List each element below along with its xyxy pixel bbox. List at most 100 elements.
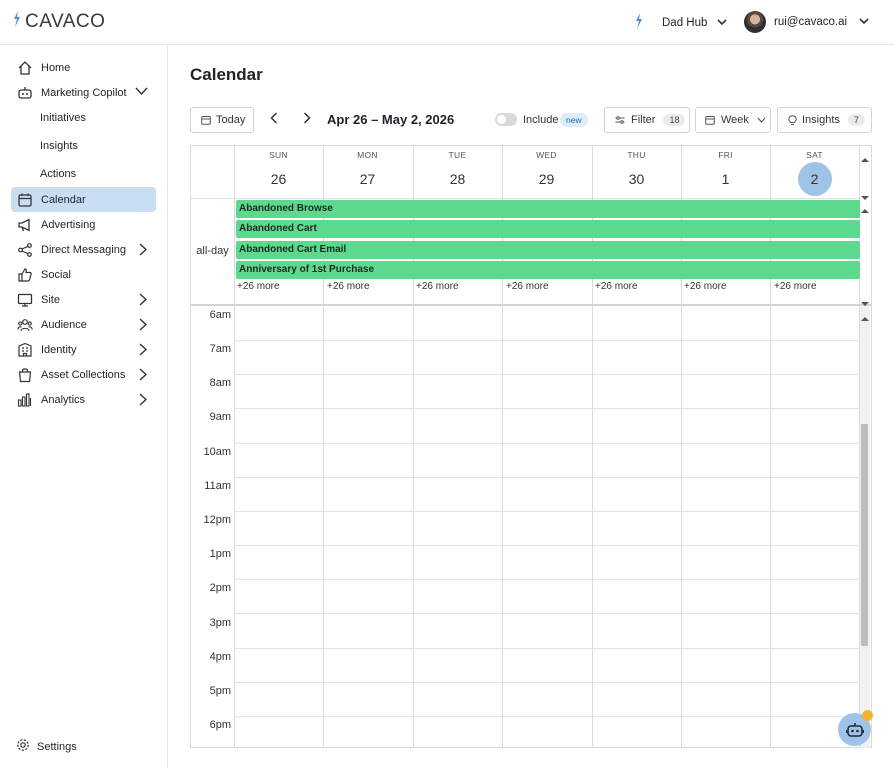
hour-line — [234, 340, 860, 341]
monitor-icon — [16, 291, 34, 309]
hour-label: 7am — [209, 343, 231, 355]
building-icon — [16, 341, 34, 359]
day-number[interactable]: 30 — [592, 171, 681, 187]
hour-line — [234, 648, 860, 649]
include-toggle[interactable] — [495, 113, 517, 126]
event-bar[interactable]: Anniversary of 1st Purchase — [236, 261, 860, 279]
share-icon — [16, 241, 34, 259]
more-events-link[interactable]: +26 more — [237, 281, 280, 292]
more-events-link[interactable]: +26 more — [595, 281, 638, 292]
sidebar-item-label: Home — [41, 61, 71, 74]
today-button[interactable]: Today — [190, 107, 254, 133]
logo-flame-icon — [12, 10, 22, 33]
sidebar-item-label: Identity — [41, 343, 77, 356]
users-icon — [16, 316, 34, 334]
filter-button[interactable]: Filter 18 — [604, 107, 690, 133]
hour-line — [234, 443, 860, 444]
sidebar-item-marketing-copilot[interactable]: Marketing Copilot — [11, 80, 156, 105]
day-number[interactable]: 28 — [413, 171, 502, 187]
day-of-week: THU — [627, 150, 646, 160]
sidebar-item-analytics[interactable]: Analytics — [11, 387, 156, 412]
sidebar-item-advertising[interactable]: Advertising — [11, 212, 156, 237]
sidebar-item-social[interactable]: Social — [11, 262, 156, 287]
hour-label: 9am — [209, 411, 231, 423]
day-number[interactable]: 27 — [323, 171, 412, 187]
day-number[interactable]: 2 — [770, 171, 859, 187]
scroll-down-arrow-icon[interactable] — [861, 294, 869, 306]
sidebar-subitem-actions[interactable]: Actions — [40, 168, 76, 180]
hour-line — [234, 579, 860, 580]
insights-count-badge: 7 — [847, 114, 865, 126]
sidebar-item-site[interactable]: Site — [11, 287, 156, 312]
day-of-week: TUE — [448, 150, 467, 160]
more-events-link[interactable]: +26 more — [416, 281, 459, 292]
chevron-down-icon — [757, 117, 766, 123]
filter-label: Filter — [631, 114, 656, 126]
insights-button[interactable]: Insights 7 — [777, 107, 872, 133]
include-label: Include — [523, 114, 559, 126]
day-number[interactable]: 1 — [681, 171, 770, 187]
hour-line — [234, 545, 860, 546]
previous-week-button[interactable] — [266, 112, 282, 128]
day-number[interactable]: 26 — [234, 171, 323, 187]
sidebar-item-calendar[interactable]: Calendar — [11, 187, 156, 212]
thumbs-up-icon — [16, 266, 34, 284]
robot-icon — [845, 722, 864, 738]
workspace-switcher[interactable]: Dad Hub — [634, 12, 727, 33]
more-events-link[interactable]: +26 more — [506, 281, 549, 292]
settings-label: Settings — [37, 740, 77, 753]
insights-label: Insights — [802, 114, 840, 126]
hour-line — [234, 613, 860, 614]
event-bar[interactable]: Abandoned Browse — [236, 200, 860, 218]
sidebar-item-home[interactable]: Home — [11, 55, 156, 80]
date-range-title: Apr 26 – May 2, 2026 — [327, 112, 455, 127]
chevron-right-icon — [138, 243, 148, 259]
hour-line — [234, 716, 860, 717]
scroll-up-arrow-icon[interactable] — [861, 309, 869, 321]
view-select[interactable]: Week — [695, 107, 771, 133]
hour-label: 1pm — [209, 548, 231, 560]
hour-label: 5pm — [209, 685, 231, 697]
sidebar-item-settings[interactable]: Settings — [16, 738, 77, 755]
sidebar-item-audience[interactable]: Audience — [11, 312, 156, 337]
sidebar-subitem-initiatives[interactable]: Initiatives — [40, 112, 86, 124]
sidebar-item-identity[interactable]: Identity — [11, 337, 156, 362]
hour-line — [234, 477, 860, 478]
allday-divider — [191, 304, 871, 306]
user-menu[interactable]: rui@cavaco.ai — [744, 11, 869, 33]
chevron-right-icon — [138, 343, 148, 359]
chevron-down-icon — [859, 16, 869, 28]
scroll-up-arrow-icon[interactable] — [861, 201, 869, 213]
scroll-up-arrow-icon[interactable] — [861, 150, 869, 162]
view-label: Week — [721, 114, 749, 126]
hour-line — [234, 374, 860, 375]
logo[interactable]: CAVACO — [12, 10, 105, 33]
day-of-week: SUN — [269, 150, 288, 160]
sidebar-item-label: Audience — [41, 318, 87, 331]
calendar-icon — [16, 191, 34, 209]
gear-icon — [16, 738, 30, 755]
sidebar-item-direct-messaging[interactable]: Direct Messaging — [11, 237, 156, 262]
sidebar-subitem-insights[interactable]: Insights — [40, 140, 78, 152]
day-of-week: MON — [357, 150, 378, 160]
more-events-link[interactable]: +26 more — [774, 281, 817, 292]
home-icon — [16, 59, 34, 77]
hour-line — [234, 511, 860, 512]
header-divider — [191, 198, 860, 199]
hour-label: 10am — [203, 446, 231, 458]
day-number[interactable]: 29 — [502, 171, 591, 187]
next-week-button[interactable] — [299, 112, 315, 128]
bag-icon — [16, 366, 34, 384]
event-bar[interactable]: Abandoned Cart — [236, 220, 860, 238]
sidebar-item-label: Analytics — [41, 393, 86, 406]
more-events-link[interactable]: +26 more — [684, 281, 727, 292]
scroll-down-arrow-icon[interactable] — [861, 188, 869, 200]
sidebar-item-label: Asset Collections — [41, 368, 126, 381]
chevron-right-icon — [138, 293, 148, 309]
event-bar[interactable]: Abandoned Cart Email — [236, 241, 860, 259]
hour-label: 11am — [204, 480, 231, 492]
scrollbar-thumb[interactable] — [861, 424, 868, 646]
hour-label: 6am — [209, 309, 231, 321]
more-events-link[interactable]: +26 more — [327, 281, 370, 292]
sidebar-item-asset-collections[interactable]: Asset Collections — [11, 362, 156, 387]
